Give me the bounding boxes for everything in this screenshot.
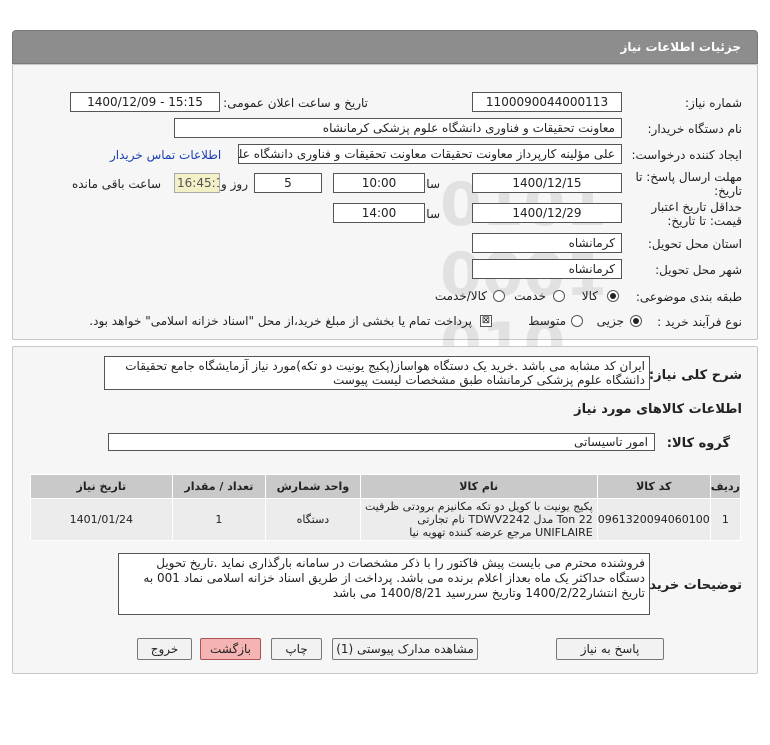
validity-label-2: قیمت: تا تاریخ:: [667, 214, 742, 228]
col-unit-header: واحد شمارش: [265, 474, 361, 499]
back-button[interactable]: بازگشت: [200, 638, 261, 660]
category-label: طبقه بندی موضوعی:: [635, 290, 742, 304]
page-title: جزئیات اطلاعات نیاز: [620, 40, 741, 54]
view-attachments-button[interactable]: مشاهده مدارک پیوستی (1): [332, 638, 478, 660]
category-radio-goods[interactable]: [607, 290, 619, 302]
row-qty: 1: [171, 498, 267, 541]
row-name: پکیج یونیت با کویل دو تکه مکانیزم برودتی…: [359, 498, 598, 541]
summary-label: شرح کلی نیاز:: [648, 368, 742, 383]
goods-group-label: گروه کالا:: [666, 436, 730, 451]
process-label: نوع فرآیند خرید :: [657, 315, 742, 329]
category-radio-goods-service[interactable]: [493, 290, 505, 302]
deadline-label-2: تاریخ:: [714, 184, 742, 198]
col-code-header: کد کالا: [596, 474, 711, 499]
announce-field: 1400/12/09 - 15:15: [70, 92, 220, 112]
exit-button[interactable]: خروج: [137, 638, 192, 660]
contact-buyer-link[interactable]: اطلاعات تماس خریدار: [110, 148, 221, 162]
col-index-header: ردیف: [709, 474, 742, 499]
days-remaining-field: 5: [254, 173, 322, 193]
table-row: 1401/01/24 1 دستگاه پکیج یونیت با کویل د…: [30, 498, 742, 541]
remaining-label: ساعت باقی مانده: [71, 177, 161, 191]
row-code: 0961320094060100: [596, 498, 711, 541]
row-index: 1: [709, 498, 742, 541]
validity-label-1: حداقل تاریخ اعتبار: [651, 200, 742, 214]
buyer-org-label: نام دستگاه خریدار:: [647, 122, 743, 136]
deadline-time-field: 10:00: [333, 173, 425, 193]
category-option-goods-service: کالا/خدمت: [434, 289, 487, 303]
process-option-medium: متوسط: [528, 314, 566, 328]
goods-group-field: امور تاسیساتی: [108, 433, 655, 451]
deadline-label-1: مهلت ارسال پاسخ: تا: [635, 170, 742, 184]
process-option-minor: جزیی: [596, 314, 624, 328]
requester-label: ایجاد کننده درخواست:: [631, 148, 742, 162]
summary-text: ایران کد مشابه می باشد .خرید یک دستگاه ه…: [104, 356, 650, 390]
col-date-header: تاریخ نیاز: [30, 474, 173, 499]
remaining-time-field: 16:45:13: [174, 173, 220, 193]
row-date: 1401/01/24: [30, 498, 173, 541]
row-unit: دستگاه: [265, 498, 361, 541]
category-radio-service[interactable]: [553, 290, 565, 302]
treasury-payment-checkbox[interactable]: ⊠: [480, 315, 492, 327]
print-button[interactable]: چاپ: [271, 638, 322, 660]
announce-label: تاریخ و ساعت اعلان عمومی:: [223, 96, 368, 110]
days-label: روز و: [221, 177, 248, 191]
city-label: شهر محل تحویل:: [655, 263, 742, 277]
need-number-field: 1100090044000113: [472, 92, 622, 112]
requester-field: علی مؤلینه کارپرداز معاونت تحقیقات معاون…: [238, 144, 622, 164]
col-name-header: نام کالا: [359, 474, 598, 499]
need-number-label: شماره نیاز:: [685, 96, 742, 110]
category-option-goods: کالا: [581, 289, 598, 303]
page-header: جزئیات اطلاعات نیاز: [12, 30, 758, 64]
goods-info-title: اطلاعات کالاهای مورد نیاز: [574, 402, 742, 417]
province-label: استان محل تحویل:: [647, 237, 742, 251]
col-qty-header: تعداد / مقدار: [171, 474, 267, 499]
city-field: کرمانشاه: [472, 259, 622, 279]
buyer-org-field: معاونت تحقیقات و فناوری دانشگاه علوم پزش…: [174, 118, 622, 138]
process-radio-minor[interactable]: [630, 315, 642, 327]
reply-button[interactable]: پاسخ به نیاز: [556, 638, 664, 660]
province-field: کرمانشاه: [472, 233, 622, 253]
deadline-date-field: 1400/12/15: [472, 173, 622, 193]
process-radio-medium[interactable]: [571, 315, 583, 327]
treasury-payment-note: پرداخت تمام یا بخشی از مبلغ خرید،از محل …: [89, 314, 472, 328]
validity-date-field: 1400/12/29: [472, 203, 622, 223]
buyer-notes-text: فروشنده محترم می بایست پیش فاکتور را با …: [118, 553, 650, 615]
goods-table: تاریخ نیاز تعداد / مقدار واحد شمارش نام …: [30, 474, 742, 541]
category-option-service: خدمت: [514, 289, 546, 303]
validity-time-field: 14:00: [333, 203, 425, 223]
